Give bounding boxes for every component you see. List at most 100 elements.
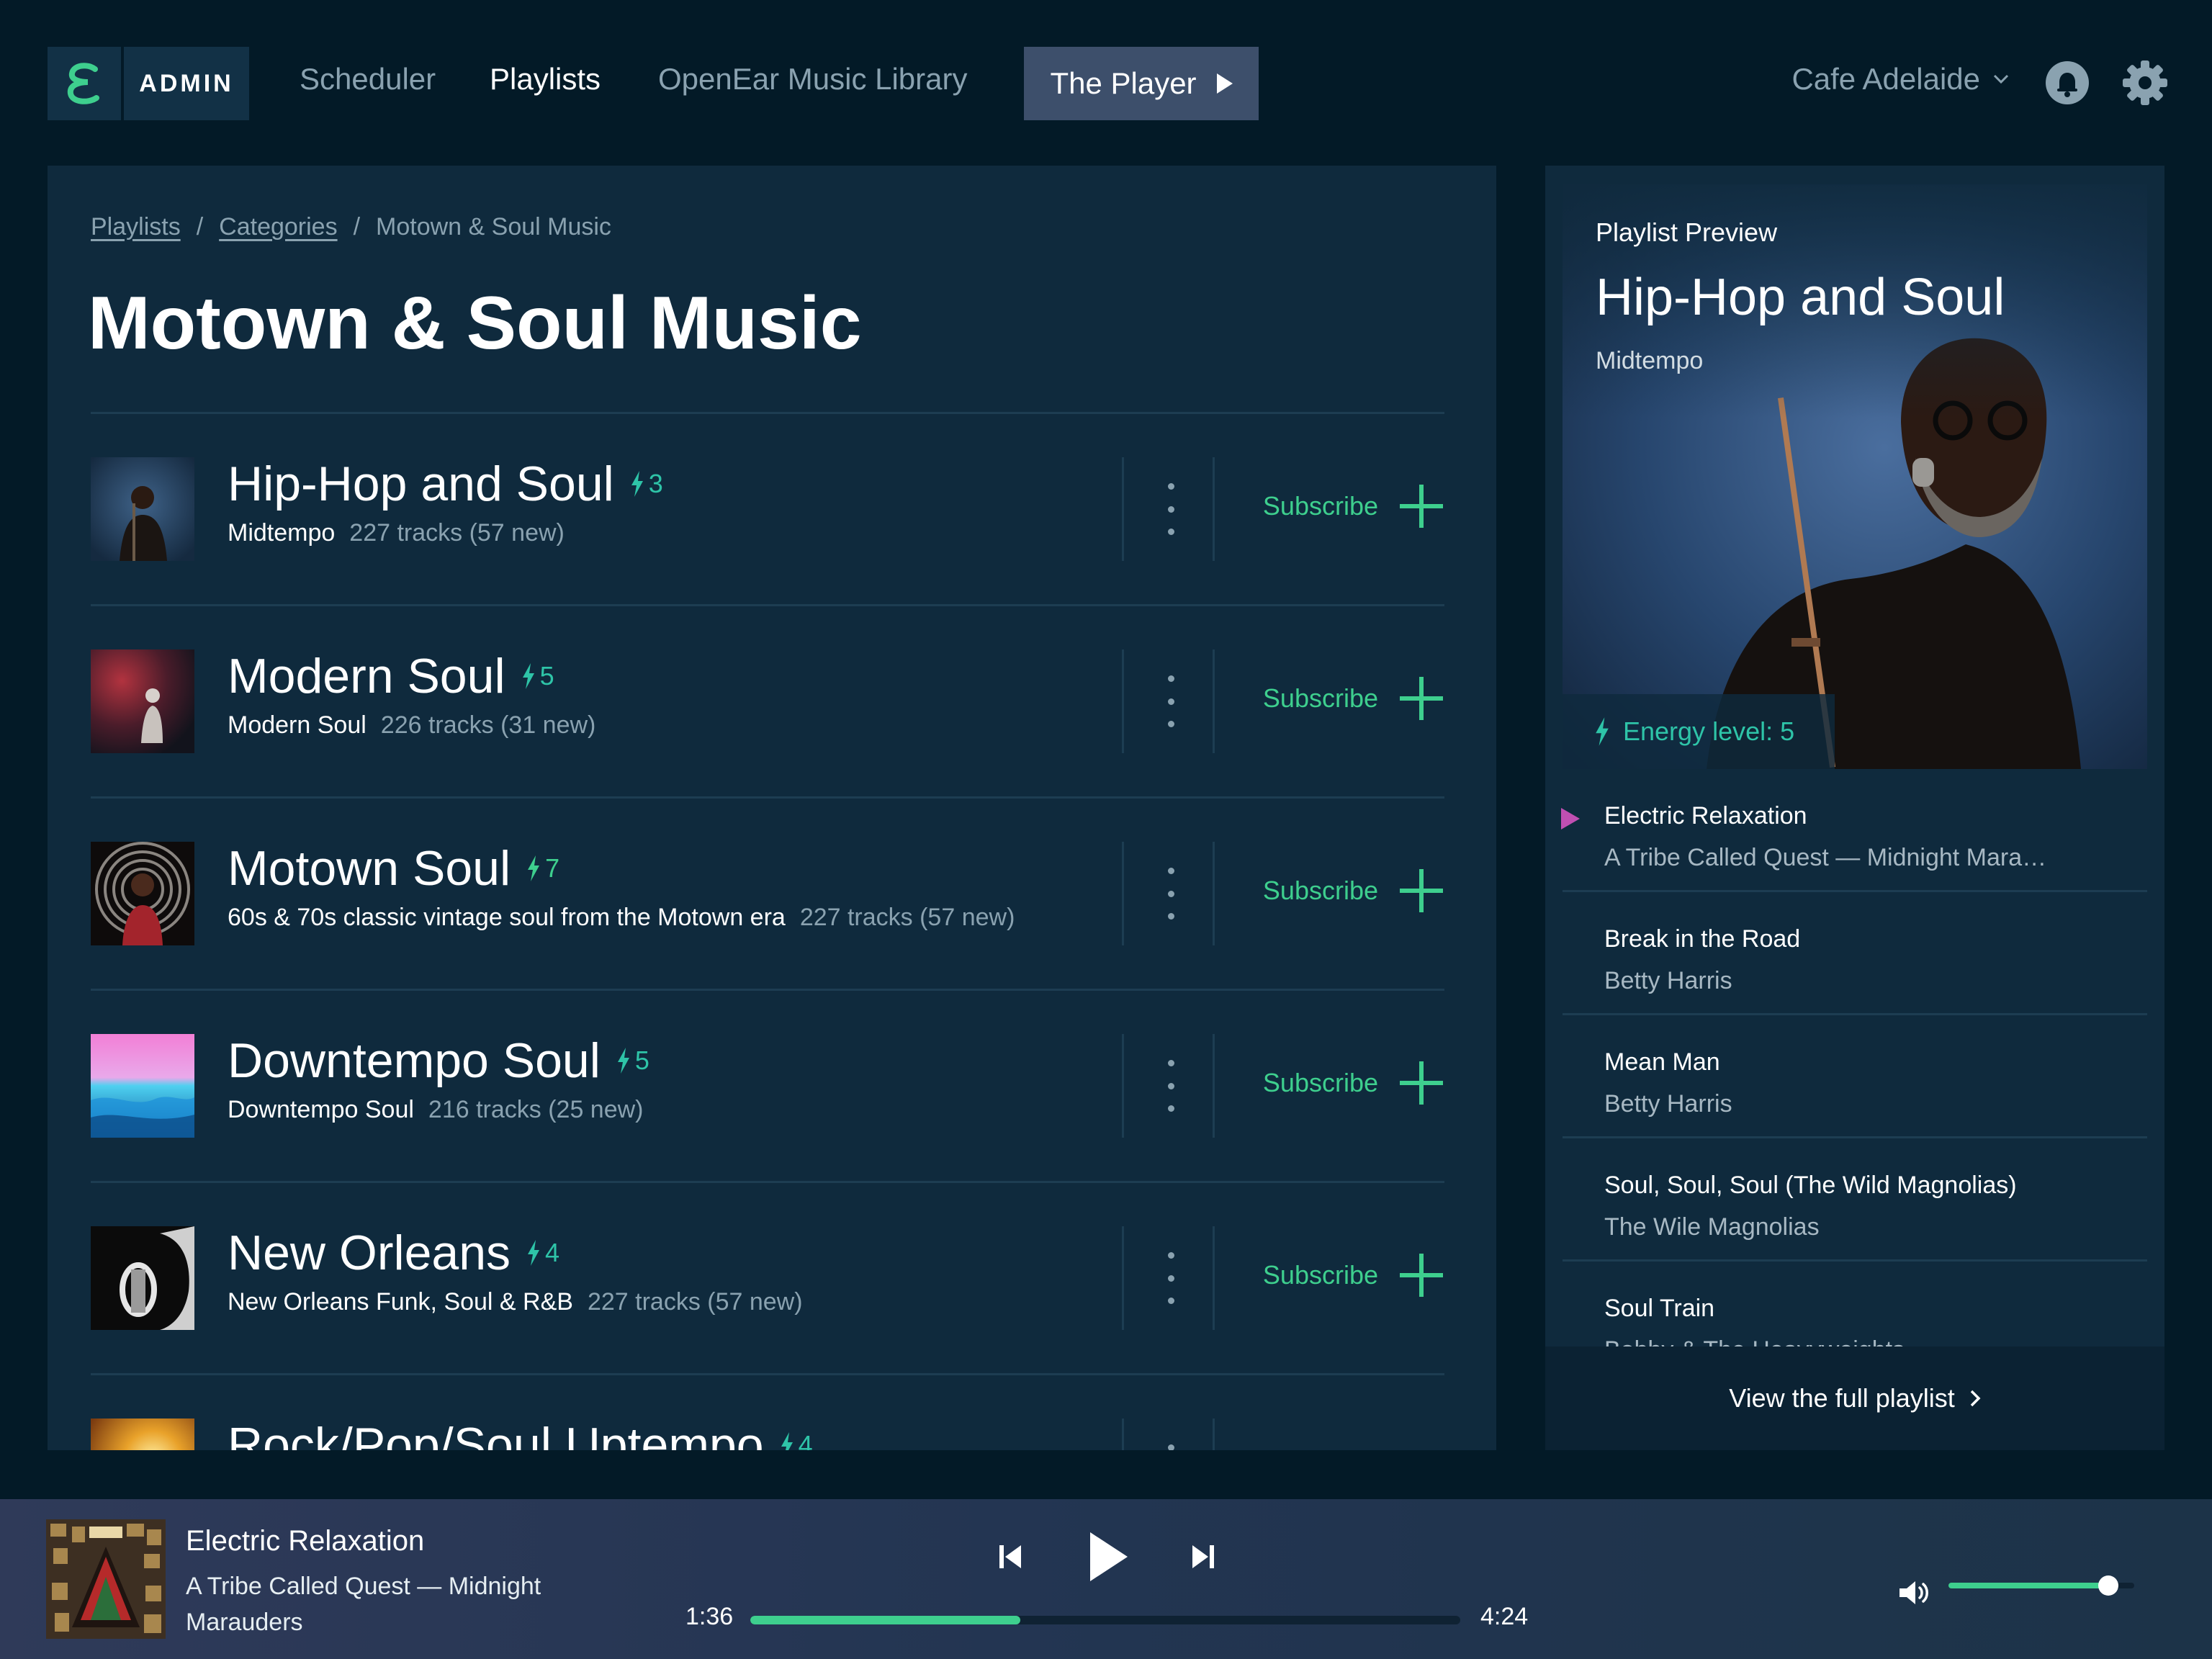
divider	[1122, 457, 1124, 561]
preview-subtitle: Midtempo	[1596, 347, 1704, 374]
progress-bar[interactable]	[750, 1616, 1460, 1624]
row-menu-button[interactable]	[1166, 675, 1175, 727]
playlist-description: Midtempo	[228, 519, 336, 547]
list-item[interactable]: Break in the Road Betty Harris	[1563, 892, 2147, 1015]
divider	[1213, 842, 1215, 945]
playlist-title-text: Downtempo Soul	[228, 1033, 601, 1088]
kebab-icon	[1167, 868, 1174, 874]
playlist-title-text: Rock/Pop/Soul Uptempo	[228, 1418, 764, 1450]
divider	[1122, 1034, 1124, 1138]
nav-link-scheduler[interactable]: Scheduler	[300, 62, 436, 96]
playlist-thumbnail	[91, 1419, 194, 1450]
list-item[interactable]: Soul, Soul, Soul (The Wild Magnolias) Th…	[1563, 1138, 2147, 1262]
track-count: 227 tracks (57 new)	[349, 519, 565, 547]
play-button[interactable]	[1089, 1531, 1129, 1586]
track-count: 227 tracks (57 new)	[587, 1288, 803, 1316]
volume-button[interactable]	[1898, 1580, 1930, 1609]
subscribe-button[interactable]: Subscribe	[1263, 675, 1444, 721]
admin-label[interactable]: ADMIN	[124, 47, 249, 120]
now-playing-bar: Electric Relaxation A Tribe Called Quest…	[0, 1499, 2212, 1659]
divider	[1213, 457, 1215, 561]
row-menu-button[interactable]	[1166, 483, 1175, 535]
plus-icon	[1400, 869, 1443, 912]
playlist-row[interactable]: New Orleans 4 New Orleans Funk, Soul & R…	[91, 1181, 1444, 1373]
playlist-subtitle: New Orleans Funk, Soul & R&B 227 tracks (…	[228, 1288, 803, 1316]
kebab-icon	[1167, 1444, 1174, 1450]
subscribe-button[interactable]: Subscribe	[1263, 868, 1444, 914]
now-playing-title: Electric Relaxation	[186, 1525, 425, 1557]
playlist-row[interactable]: Hip-Hop and Soul 3 Midtempo 227 tracks (5…	[91, 412, 1444, 604]
subscribe-button[interactable]: Subscribe	[1263, 1060, 1444, 1106]
venue-name: Cafe Adelaide	[1791, 62, 1980, 96]
playlist-thumbnail	[91, 649, 194, 753]
play-icon	[1090, 1532, 1128, 1581]
divider	[1213, 1419, 1215, 1450]
volume-slider[interactable]	[1948, 1575, 2134, 1596]
energy-level-text: Energy level: 5	[1623, 716, 1795, 746]
divider	[1213, 1226, 1215, 1330]
playlist-title[interactable]: Downtempo Soul 5	[228, 1033, 649, 1089]
playlist-list: Hip-Hop and Soul 3 Midtempo 227 tracks (5…	[91, 412, 1444, 1450]
settings-button[interactable]	[2121, 59, 2169, 110]
playlist-row[interactable]: Downtempo Soul 5 Downtempo Soul 216 track…	[91, 989, 1444, 1181]
divider	[1122, 1419, 1124, 1450]
playlist-title[interactable]: Rock/Pop/Soul Uptempo 4	[228, 1417, 813, 1450]
energy-value: 5	[634, 1046, 649, 1075]
divider	[1213, 649, 1215, 753]
nav-link-music-library[interactable]: OpenEar Music Library	[658, 62, 968, 96]
row-menu-button[interactable]	[1166, 868, 1175, 920]
playlist-title[interactable]: Hip-Hop and Soul 3	[228, 456, 663, 512]
preview-hero: Playlist Preview Hip-Hop and Soul Midtem…	[1563, 184, 2147, 769]
breadcrumb-categories[interactable]: Categories	[219, 213, 337, 241]
energy-level-badge: Energy level: 5	[1563, 694, 1835, 769]
playlist-preview-panel: Playlist Preview Hip-Hop and Soul Midtem…	[1545, 166, 2164, 1450]
brand[interactable]: ADMIN	[48, 47, 249, 120]
previous-track-button[interactable]	[998, 1544, 1022, 1573]
playlist-row[interactable]: Modern Soul 5 Modern Soul 226 tracks (31 …	[91, 604, 1444, 796]
playlist-title[interactable]: Motown Soul 7	[228, 840, 559, 896]
playlist-title[interactable]: New Orleans 4	[228, 1225, 559, 1281]
venue-selector[interactable]: Cafe Adelaide	[1791, 62, 2009, 96]
subscribe-label: Subscribe	[1262, 876, 1378, 905]
volume-knob[interactable]	[2098, 1575, 2118, 1596]
breadcrumb-playlists[interactable]: Playlists	[91, 213, 181, 241]
plus-icon	[1400, 1061, 1443, 1105]
the-player-button[interactable]: The Player	[1024, 47, 1259, 120]
openear-logo-icon[interactable]	[48, 47, 121, 120]
now-playing-marker-icon	[1561, 808, 1580, 830]
row-menu-button[interactable]	[1166, 1252, 1175, 1304]
list-item[interactable]: Electric Relaxation A Tribe Called Quest…	[1561, 769, 2147, 892]
playlist-row[interactable]: Motown Soul 7 60s & 70s classic vintage …	[91, 796, 1444, 989]
app-root: ADMIN Scheduler Playlists OpenEar Music …	[0, 0, 2212, 1659]
track-artist: Betty Harris	[1604, 967, 1732, 994]
preview-label: Playlist Preview	[1596, 217, 1778, 247]
playlist-description: New Orleans Funk, Soul & R&B	[228, 1288, 573, 1316]
playlist-row[interactable]: Rock/Pop/Soul Uptempo 4	[91, 1373, 1444, 1450]
energy-value: 5	[539, 661, 554, 691]
chevron-down-icon	[1993, 74, 2009, 84]
row-menu-button[interactable]	[1166, 1060, 1175, 1112]
next-track-button[interactable]	[1191, 1544, 1215, 1573]
lightning-icon	[781, 1432, 793, 1450]
progress-fill	[750, 1616, 1020, 1624]
track-count: 227 tracks (57 new)	[799, 904, 1015, 931]
chevron-right-icon	[1970, 1390, 1981, 1407]
playlist-title[interactable]: Modern Soul 5	[228, 648, 554, 704]
now-playing-artist: A Tribe Called Quest — Midnight Marauder…	[186, 1573, 541, 1636]
track-title: Electric Relaxation	[1604, 802, 1807, 830]
plus-icon	[1400, 677, 1443, 720]
notifications-button[interactable]	[2045, 60, 2090, 109]
view-full-playlist-link[interactable]: View the full playlist	[1545, 1346, 2164, 1450]
divider	[1122, 649, 1124, 753]
row-menu-button[interactable]	[1166, 1444, 1175, 1450]
playlist-thumbnail	[91, 457, 194, 561]
list-item[interactable]: Mean Man Betty Harris	[1563, 1015, 2147, 1138]
skip-back-icon	[999, 1545, 1021, 1568]
subscribe-button[interactable]: Subscribe	[1263, 483, 1444, 529]
energy-indicator: 4	[780, 1430, 813, 1450]
subscribe-button[interactable]: Subscribe	[1263, 1252, 1444, 1298]
energy-indicator: 5	[521, 661, 554, 691]
preview-title: Hip-Hop and Soul	[1596, 269, 2005, 326]
track-title: Soul, Soul, Soul (The Wild Magnolias)	[1604, 1172, 2017, 1199]
nav-link-playlists[interactable]: Playlists	[490, 62, 601, 96]
